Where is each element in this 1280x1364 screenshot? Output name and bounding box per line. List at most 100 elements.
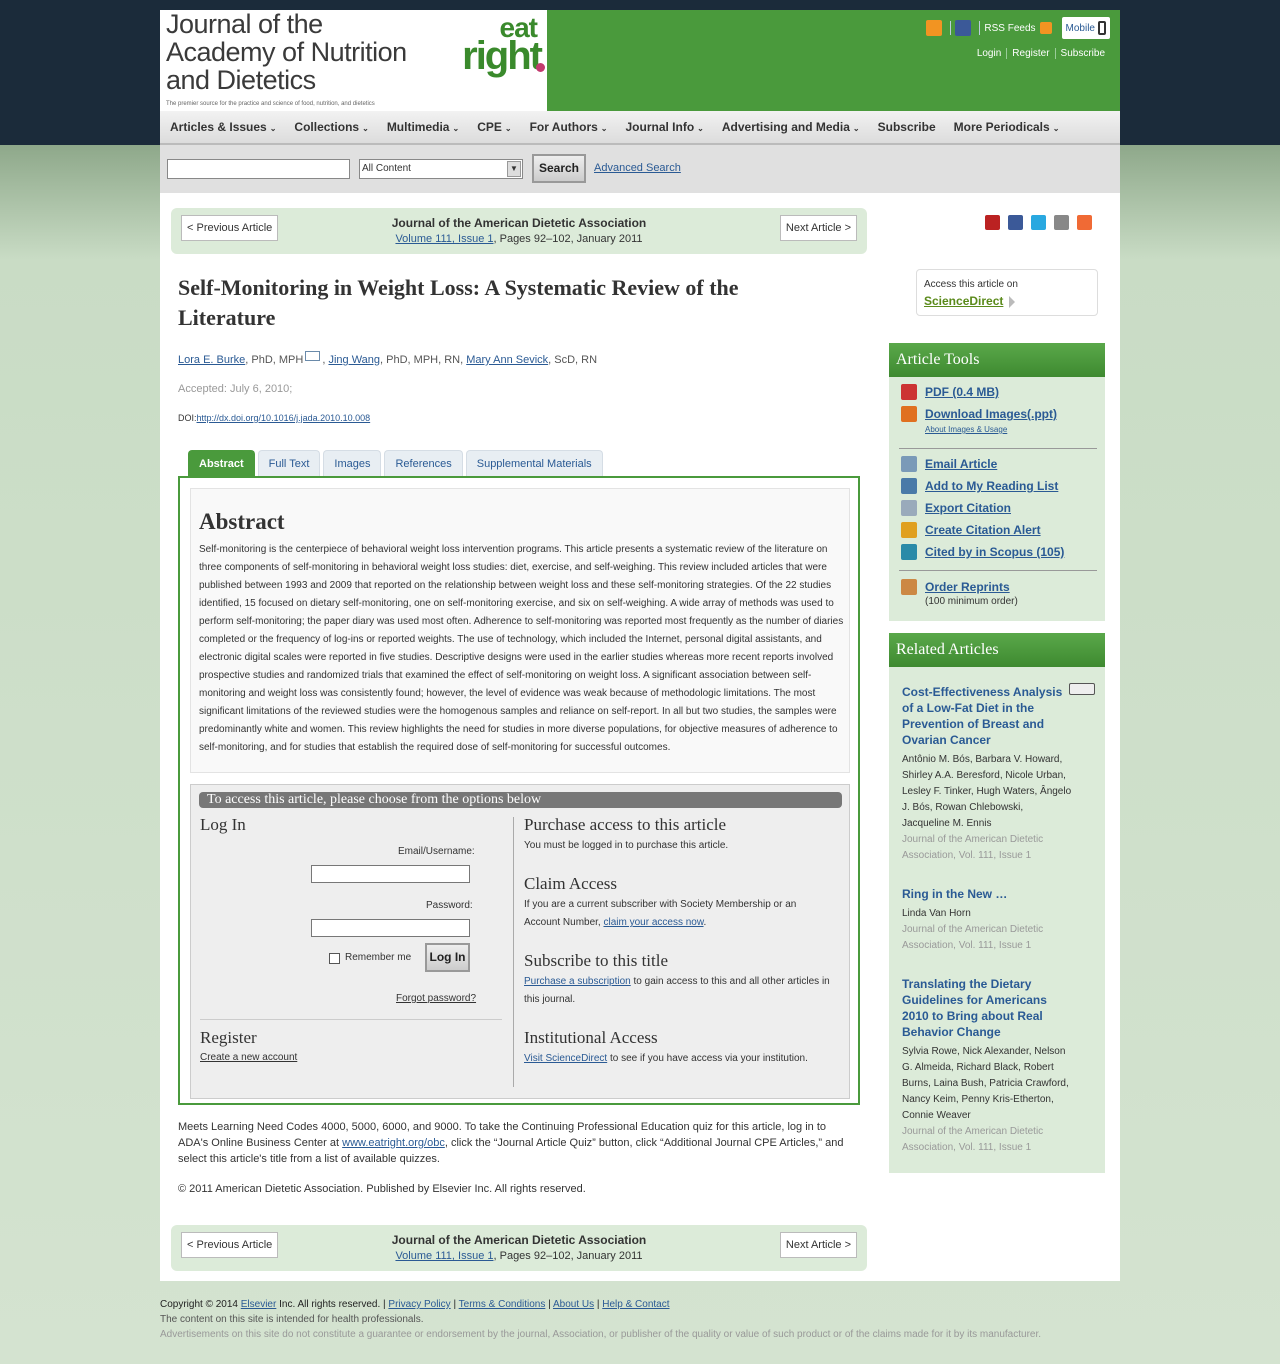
volume-link[interactable]: Volume 111, Issue 1 — [395, 1250, 493, 1262]
chevron-down-icon: ⌄ — [504, 124, 512, 133]
nav-cpe[interactable]: CPE ⌄ — [477, 120, 511, 134]
tab-supplemental-materials[interactable]: Supplemental Materials — [465, 450, 603, 476]
nav-label: Collections — [294, 120, 360, 134]
mobile-button[interactable]: Mobile — [1061, 17, 1110, 39]
search-input[interactable] — [167, 159, 350, 179]
footer-pipe: | — [545, 1299, 553, 1310]
related-article-title[interactable]: Ring in the New … — [902, 886, 1070, 902]
rss-feeds-link[interactable]: RSS Feeds — [984, 23, 1035, 34]
divider — [950, 21, 952, 35]
article-tools-heading: Article Tools — [889, 343, 1105, 377]
nav-label: Advertising and Media — [721, 120, 850, 134]
subscribe-heading: Subscribe to this title — [524, 951, 669, 970]
elsevier-link[interactable]: Elsevier — [241, 1299, 277, 1310]
podcast-icon[interactable] — [926, 20, 943, 36]
email-icon[interactable] — [1054, 215, 1069, 230]
nav-multimedia[interactable]: Multimedia ⌄ — [387, 120, 459, 134]
eatright-right: right — [462, 34, 543, 78]
forgot-password-link[interactable]: Forgot password? — [396, 990, 476, 1008]
email-article-link[interactable]: Email Article — [901, 456, 997, 472]
nav-collections[interactable]: Collections ⌄ — [294, 120, 368, 134]
citation-alert-link[interactable]: Create Citation Alert — [901, 522, 1041, 538]
doi-link[interactable]: http://dx.doi.org/10.1016/j.jada.2010.10… — [197, 413, 371, 423]
article-title: Self-Monitoring in Weight Loss: A System… — [178, 275, 739, 330]
create-account-link[interactable]: Create a new account — [200, 1049, 297, 1067]
search-scope-select[interactable]: All Content ▼ — [359, 159, 523, 179]
advanced-search-link[interactable]: Advanced Search — [594, 162, 681, 174]
related-article-title[interactable]: Cost-Effectiveness Analysis of a Low-Fat… — [902, 684, 1070, 748]
article-tabs: Abstract Full Text Images References Sup… — [188, 450, 606, 476]
remember-me-checkbox[interactable] — [329, 953, 340, 964]
citation-alert-label: Create Citation Alert — [925, 523, 1041, 537]
nav-for-authors[interactable]: For Authors ⌄ — [530, 120, 608, 134]
rss-icon[interactable] — [1039, 22, 1052, 34]
nav-more-periodicals[interactable]: More Periodicals ⌄ — [954, 120, 1060, 134]
institutional-text-body: to see if you have access via your insti… — [607, 1053, 808, 1064]
nav-label: CPE — [477, 120, 502, 134]
privacy-link[interactable]: Privacy Policy — [388, 1299, 450, 1310]
login-heading: Log In — [200, 815, 246, 834]
mendeley-icon[interactable] — [985, 215, 1000, 230]
nav-advertising-media[interactable]: Advertising and Media ⌄ — [722, 120, 860, 134]
next-article-button[interactable]: Next Article > — [779, 215, 857, 241]
email-icon[interactable] — [305, 351, 321, 361]
about-images-link[interactable]: About Images & Usage — [925, 425, 1007, 434]
nav-articles-issues[interactable]: Articles & Issues ⌄ — [170, 120, 276, 134]
related-article-icon[interactable] — [1069, 683, 1095, 695]
pdf-link[interactable]: PDF (0.4 MB) — [901, 384, 999, 400]
login-button[interactable]: Log In — [425, 943, 470, 972]
volume-link[interactable]: Volume 111, Issue 1 — [395, 233, 493, 245]
help-link[interactable]: Help & Contact — [602, 1299, 669, 1310]
about-images-label: About Images & Usage — [925, 425, 1008, 434]
about-link[interactable]: About Us — [553, 1299, 594, 1310]
nav-journal-info[interactable]: Journal Info ⌄ — [626, 120, 704, 134]
site-header: Journal of the Academy of Nutrition and … — [160, 10, 1120, 111]
access-options: To access this article, please choose fr… — [190, 784, 850, 1099]
login-link[interactable]: Login — [972, 48, 1006, 59]
sciencedirect-link[interactable]: ScienceDirect — [924, 294, 1003, 308]
pdf-label: PDF (0.4 MB) — [925, 385, 1000, 399]
order-reprints-link[interactable]: Order Reprints — [901, 579, 1010, 595]
visit-sciencedirect-link[interactable]: Visit ScienceDirect — [524, 1053, 607, 1064]
related-articles-heading: Related Articles — [889, 633, 1105, 667]
reading-list-link[interactable]: Add to My Reading List — [901, 478, 1058, 494]
eatright-logo: eat right — [435, 12, 545, 78]
tab-images[interactable]: Images — [323, 450, 382, 476]
tab-references[interactable]: References — [384, 450, 463, 476]
email-label: Email/Username: — [398, 846, 475, 857]
author-link[interactable]: Lora E. Burke — [178, 354, 245, 366]
next-article-button[interactable]: Next Article > — [779, 1232, 857, 1258]
download-images-link[interactable]: Download Images(.ppt) — [901, 406, 1057, 422]
share-more-icon[interactable] — [1077, 215, 1092, 230]
facebook-icon[interactable] — [955, 20, 972, 36]
scopus-link[interactable]: Cited by in Scopus (105) — [901, 544, 1064, 560]
related-article-title[interactable]: Translating the Dietary Guidelines for A… — [902, 976, 1057, 1040]
obc-link[interactable]: www.eatright.org/obc — [342, 1137, 445, 1149]
register-link[interactable]: Register — [1006, 48, 1054, 59]
journal-logo[interactable]: Journal of the Academy of Nutrition and … — [160, 10, 547, 111]
reprints-icon — [901, 579, 917, 595]
author-link[interactable]: Mary Ann Sevick — [466, 354, 548, 366]
purchase-subscription-link[interactable]: Purchase a subscription — [524, 976, 631, 987]
author-link[interactable]: Jing Wang — [328, 354, 380, 366]
facebook-icon[interactable] — [1008, 215, 1023, 230]
tab-full-text[interactable]: Full Text — [257, 450, 321, 476]
bell-icon — [901, 522, 917, 538]
doi: DOI:http://dx.doi.org/10.1016/j.jada.201… — [178, 413, 370, 423]
tab-abstract[interactable]: Abstract — [188, 450, 255, 476]
subscribe-link[interactable]: Subscribe — [1054, 48, 1110, 59]
claim-access-link[interactable]: claim your access now — [603, 917, 703, 928]
nav-label: More Periodicals — [953, 120, 1050, 134]
nav-subscribe[interactable]: Subscribe — [878, 120, 936, 134]
footer-disclaimer: The content on this site is intended for… — [160, 1314, 424, 1325]
email-field[interactable] — [311, 865, 470, 883]
terms-link[interactable]: Terms & Conditions — [459, 1299, 546, 1310]
export-citation-link[interactable]: Export Citation — [901, 500, 1011, 516]
password-field[interactable] — [311, 919, 470, 937]
sciencedirect-box[interactable]: Access this article on ScienceDirect — [916, 269, 1098, 316]
search-button[interactable]: Search — [532, 154, 586, 183]
twitter-icon[interactable] — [1031, 215, 1046, 230]
divider — [899, 448, 1097, 449]
nav-label: Multimedia — [386, 120, 450, 134]
powerpoint-icon — [901, 406, 917, 422]
